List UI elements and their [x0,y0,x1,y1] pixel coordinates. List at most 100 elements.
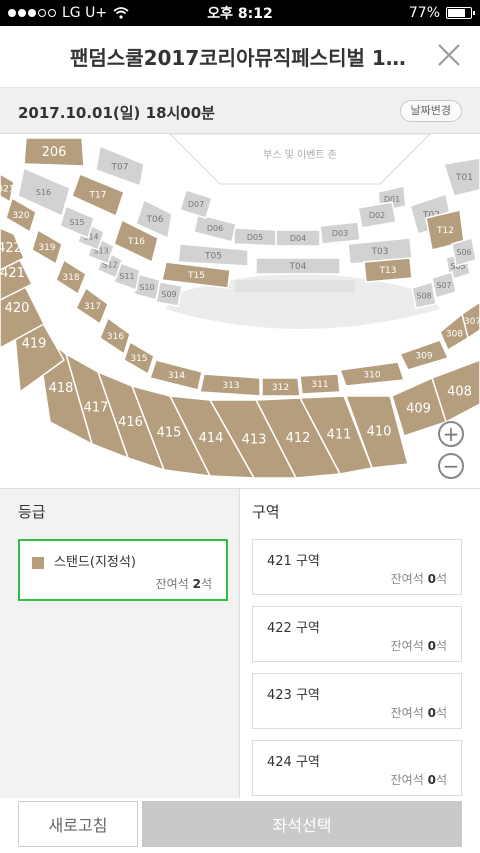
zone-item-423[interactable]: 423 구역 잔여석 0석 [252,673,462,729]
section-label: D07 [188,200,204,209]
section-label: 408 [447,385,472,400]
section-label: D04 [290,234,306,243]
section-308[interactable]: 308 [439,312,469,352]
section-317[interactable]: 317 [75,286,109,326]
zone-item-422[interactable]: 422 구역 잔여석 0석 [252,606,462,662]
section-label: 321 [0,185,15,195]
section-311[interactable]: 311 [299,373,341,395]
section-label: 307 [464,317,480,327]
section-t04[interactable]: T04 [255,257,341,275]
section-label: 410 [367,425,392,440]
section-label: 313 [222,381,239,391]
zone-remaining: 잔여석 0석 [390,706,447,720]
zone-name: 424 구역 [267,755,320,770]
section-label: S09 [161,290,176,299]
section-label: T15 [187,271,205,281]
seat-map-canvas: 부스 및 이벤트 존 206 408 409 410 411 412 413 414 415 41… [0,134,480,479]
select-seat-button[interactable]: 좌석선택 [142,801,462,847]
section-label: 315 [130,354,147,364]
section-label: 320 [12,211,29,221]
section-319[interactable]: 319 [31,228,63,266]
section-d02[interactable]: D02 [357,201,397,229]
close-button[interactable] [436,42,462,68]
grade-option-stand[interactable]: 스탠드(지정석) 잔여석 2석 [18,539,228,601]
section-label: D02 [369,211,385,220]
section-label: 419 [22,337,47,352]
section-label: 309 [415,352,432,362]
zone-title: 구역 [252,503,280,521]
section-312[interactable]: 312 [261,377,301,397]
zone-remaining: 잔여석 0석 [390,639,447,653]
status-bar: LG U+ 오후 8:12 77% [0,0,480,26]
stage-label: 부스 및 이벤트 존 [263,149,337,161]
section-d03[interactable]: D03 [319,221,361,245]
section-t17[interactable]: T17 [71,173,125,218]
section-s09[interactable]: S09 [155,281,183,307]
section-label: S08 [416,291,431,300]
section-t01[interactable]: T01 [443,157,480,197]
selection-panels: 등급 스탠드(지정석) 잔여석 2석 구역 421 구역 잔여석 0석 422 … [0,488,480,799]
section-label: 411 [327,428,352,443]
status-time: 오후 8:12 [207,6,273,22]
section-314[interactable]: 314 [149,359,203,391]
section-label: 416 [118,415,143,430]
section-label: D03 [332,229,348,238]
battery-icon [446,7,475,19]
section-316[interactable]: 316 [99,316,131,356]
section-label: 413 [242,433,267,448]
date-change-button[interactable]: 날짜변경 [399,100,462,122]
seat-map[interactable]: 부스 및 이벤트 존 206 408 409 410 411 412 413 414 415 41… [0,134,480,488]
section-label: 420 [5,301,30,316]
section-206[interactable]: 206 [23,137,85,167]
section-313[interactable]: 313 [199,373,261,397]
section-315[interactable]: 315 [123,340,155,376]
section-t07[interactable]: T07 [95,144,145,188]
performance-date: 2017.10.01(일) 18시00분 [18,104,215,122]
section-label: D05 [247,233,263,242]
section-s06[interactable]: S06 [451,237,477,267]
section-label: T07 [111,163,129,173]
section-label: S15 [69,218,84,227]
section-label: S06 [456,248,471,257]
section-label: 312 [272,383,289,393]
section-label: S10 [139,283,154,292]
zone-item-424[interactable]: 424 구역 잔여석 0석 [252,740,462,796]
section-label: S16 [36,188,51,197]
section-label: T01 [455,173,473,183]
section-label: 206 [42,145,67,160]
section-label: 409 [406,402,431,417]
section-label: T13 [379,266,397,276]
refresh-button[interactable]: 새로고침 [18,801,138,847]
section-label: 308 [446,330,463,340]
section-label: 310 [363,371,380,381]
section-s15[interactable]: S15 [59,204,95,240]
zone-remaining: 잔여석 0석 [390,572,447,586]
section-310[interactable]: 310 [338,361,406,387]
wifi-icon [113,7,129,19]
section-d05[interactable]: D05 [233,227,277,247]
t-zones-group: T01T02T03T04T05T06T07T12T13T15T16T17 [71,144,480,289]
section-label: 314 [168,371,185,381]
zoom-out-button[interactable]: − [438,453,464,479]
section-s07[interactable]: S07 [431,271,457,299]
zone-panel[interactable]: 구역 421 구역 잔여석 0석 422 구역 잔여석 0석 423 구역 잔여… [240,489,480,799]
section-d04[interactable]: D04 [275,229,321,247]
section-label: 311 [311,380,328,390]
bottom-action-bar: 새로고침 좌석선택 [0,798,480,853]
grade-name: 스탠드(지정석) [54,555,136,570]
zone-item-421[interactable]: 421 구역 잔여석 0석 [252,539,462,595]
section-s08[interactable]: S08 [411,281,437,309]
zone-remaining: 잔여석 0석 [390,773,447,787]
zoom-in-button[interactable]: + [438,421,464,447]
section-309[interactable]: 309 [398,339,450,371]
d-zones-group: D01D02D03D04D05D06D07 [179,185,407,247]
section-t05[interactable]: T05 [177,243,249,267]
zone-name: 421 구역 [267,554,320,569]
date-bar: 2017.10.01(일) 18시00분 날짜변경 [0,88,480,134]
floor-walkway [235,280,355,292]
section-318[interactable]: 318 [55,258,87,296]
section-d07[interactable]: D07 [179,189,213,219]
section-d06[interactable]: D06 [193,213,237,243]
section-t13[interactable]: T13 [363,257,413,283]
section-label: 317 [84,302,101,312]
